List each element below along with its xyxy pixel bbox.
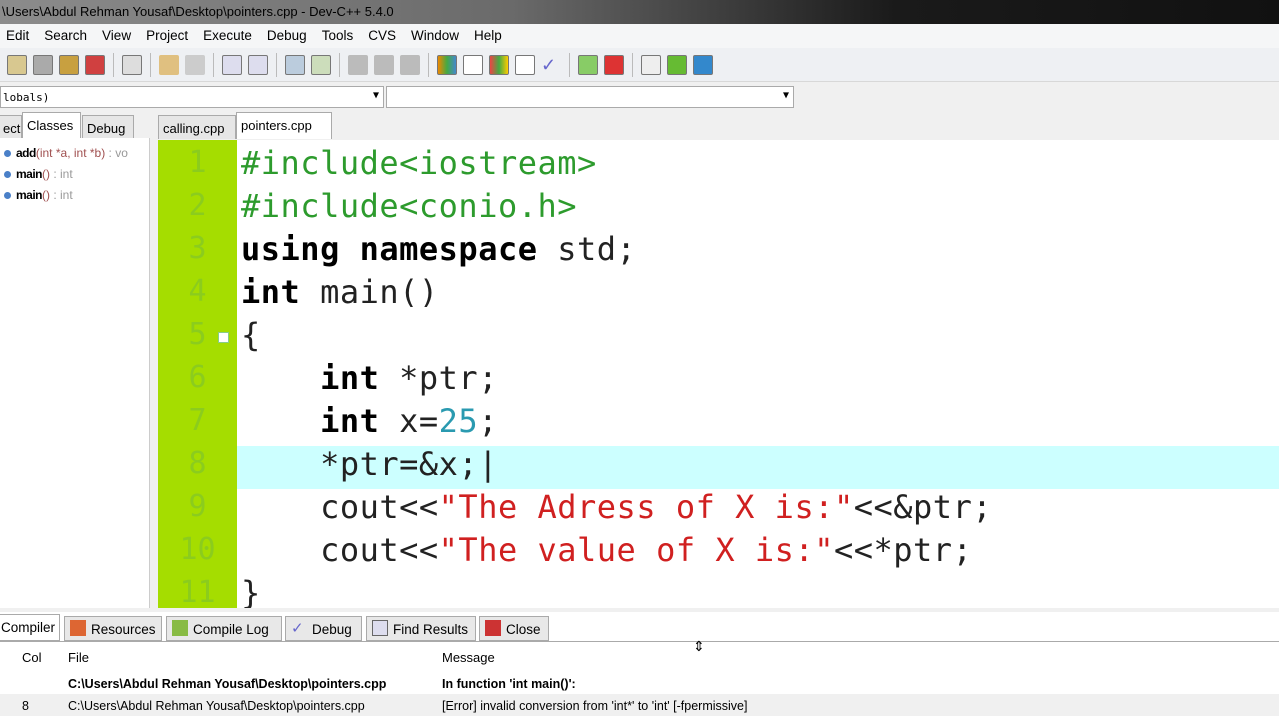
code-line: { xyxy=(241,316,261,354)
new-project-icon[interactable] xyxy=(641,54,661,75)
check-icon: ✓ xyxy=(291,620,304,637)
tab-close[interactable]: Close xyxy=(479,616,549,641)
code-line: #include<conio.h> xyxy=(241,187,578,225)
code-editor[interactable]: 1 2 3 4 5 6 7 8 9 10 11 #include<iostrea… xyxy=(158,140,1279,608)
menu-cvs[interactable]: CVS xyxy=(368,28,396,48)
tab-debug-output[interactable]: ✓ Debug xyxy=(285,616,362,641)
menu-help[interactable]: Help xyxy=(474,28,502,48)
menu-edit[interactable]: Edit xyxy=(6,28,29,48)
resize-cursor-icon: ⇕ xyxy=(693,638,705,654)
remove-from-project-icon[interactable] xyxy=(693,54,713,75)
class-item-add[interactable]: add(int *a, int *b) : vo xyxy=(4,146,128,160)
replace-icon[interactable] xyxy=(248,54,268,75)
menu-debug[interactable]: Debug xyxy=(267,28,307,48)
code-line: int *ptr; xyxy=(320,359,498,397)
menu-bar: Edit Search View Project Execute Debug T… xyxy=(0,24,1279,48)
toolbar: ✓ xyxy=(0,48,1279,82)
profile-icon[interactable] xyxy=(578,54,598,75)
tab-project[interactable]: ect xyxy=(0,115,22,139)
add-to-project-icon[interactable] xyxy=(667,54,687,75)
title-bar: \Users\Abdul Rehman Yousaf\Desktop\point… xyxy=(0,0,1279,24)
rebuild-icon[interactable] xyxy=(515,54,535,75)
window-title: \Users\Abdul Rehman Yousaf\Desktop\point… xyxy=(2,4,394,19)
code-line: using namespace std; xyxy=(241,230,637,268)
col-header[interactable]: Col xyxy=(22,650,42,665)
class-browser: add(int *a, int *b) : vo main() : int ma… xyxy=(0,138,150,608)
tab-calling-cpp[interactable]: calling.cpp xyxy=(158,115,236,139)
find-icon xyxy=(372,620,388,636)
check-icon[interactable]: ✓ xyxy=(541,55,561,75)
menu-execute[interactable]: Execute xyxy=(203,28,252,48)
tab-compiler[interactable]: Compiler xyxy=(0,614,60,641)
save-all-icon[interactable] xyxy=(59,54,79,75)
code-line: cout<<"The Adress of X is:"<<&ptr; xyxy=(241,488,993,526)
tab-find-results[interactable]: Find Results xyxy=(366,616,476,641)
menu-project[interactable]: Project xyxy=(146,28,188,48)
code-line: #include<iostream> xyxy=(241,144,597,182)
redo-icon[interactable] xyxy=(185,54,205,75)
save-icon[interactable] xyxy=(33,54,53,75)
message-row[interactable]: 8 C:\Users\Abdul Rehman Yousaf\Desktop\p… xyxy=(0,694,1279,716)
code-line: int main() xyxy=(241,273,439,311)
close-file-icon[interactable] xyxy=(85,54,105,75)
chevron-down-icon: ▼ xyxy=(372,90,379,101)
method-icon xyxy=(4,171,11,178)
method-icon xyxy=(4,150,11,157)
delete-profile-icon[interactable] xyxy=(604,54,624,75)
line-gutter: 1 2 3 4 5 6 7 8 9 10 11 xyxy=(158,140,237,608)
goto-icon[interactable] xyxy=(311,54,331,75)
class-item-main[interactable]: main() : int xyxy=(4,188,73,202)
chart-icon xyxy=(172,620,188,636)
file-header[interactable]: File xyxy=(68,650,89,665)
code-line: } xyxy=(241,574,261,608)
method-icon xyxy=(4,192,11,199)
indent-icon[interactable] xyxy=(285,54,305,75)
back-icon[interactable] xyxy=(348,54,368,75)
menu-view[interactable]: View xyxy=(102,28,131,48)
scope-dropdown[interactable]: lobals) ▼ xyxy=(0,86,384,108)
print-icon[interactable] xyxy=(122,54,142,75)
message-row[interactable]: C:\Users\Abdul Rehman Yousaf\Desktop\poi… xyxy=(0,672,1279,694)
resources-icon xyxy=(70,620,86,636)
code-line: int x=25; xyxy=(320,402,498,440)
compile-run-icon[interactable] xyxy=(489,54,509,75)
find-icon[interactable] xyxy=(222,54,242,75)
forward-icon[interactable] xyxy=(374,54,394,75)
bookmark-icon[interactable] xyxy=(400,54,420,75)
open-icon[interactable] xyxy=(7,54,27,75)
undo-icon[interactable] xyxy=(159,54,179,75)
code-line: cout<<"The value of X is:"<<*ptr; xyxy=(241,531,973,569)
tab-resources[interactable]: Resources xyxy=(64,616,162,641)
fold-icon[interactable] xyxy=(218,332,229,343)
member-dropdown[interactable]: ▼ xyxy=(386,86,794,108)
close-icon xyxy=(485,620,501,636)
chevron-down-icon: ▼ xyxy=(782,90,789,101)
tab-classes[interactable]: Classes xyxy=(22,112,81,139)
tab-compile-log[interactable]: Compile Log xyxy=(166,616,282,641)
class-item-main[interactable]: main() : int xyxy=(4,167,73,181)
code-line: *ptr=&x;| xyxy=(241,445,498,483)
run-icon[interactable] xyxy=(463,54,483,75)
menu-tools[interactable]: Tools xyxy=(322,28,354,48)
menu-search[interactable]: Search xyxy=(44,28,87,48)
tab-debug[interactable]: Debug xyxy=(82,115,134,139)
menu-window[interactable]: Window xyxy=(411,28,459,48)
tab-pointers-cpp[interactable]: pointers.cpp xyxy=(236,112,332,139)
message-header[interactable]: Message xyxy=(442,650,495,665)
compile-icon[interactable] xyxy=(437,54,457,75)
